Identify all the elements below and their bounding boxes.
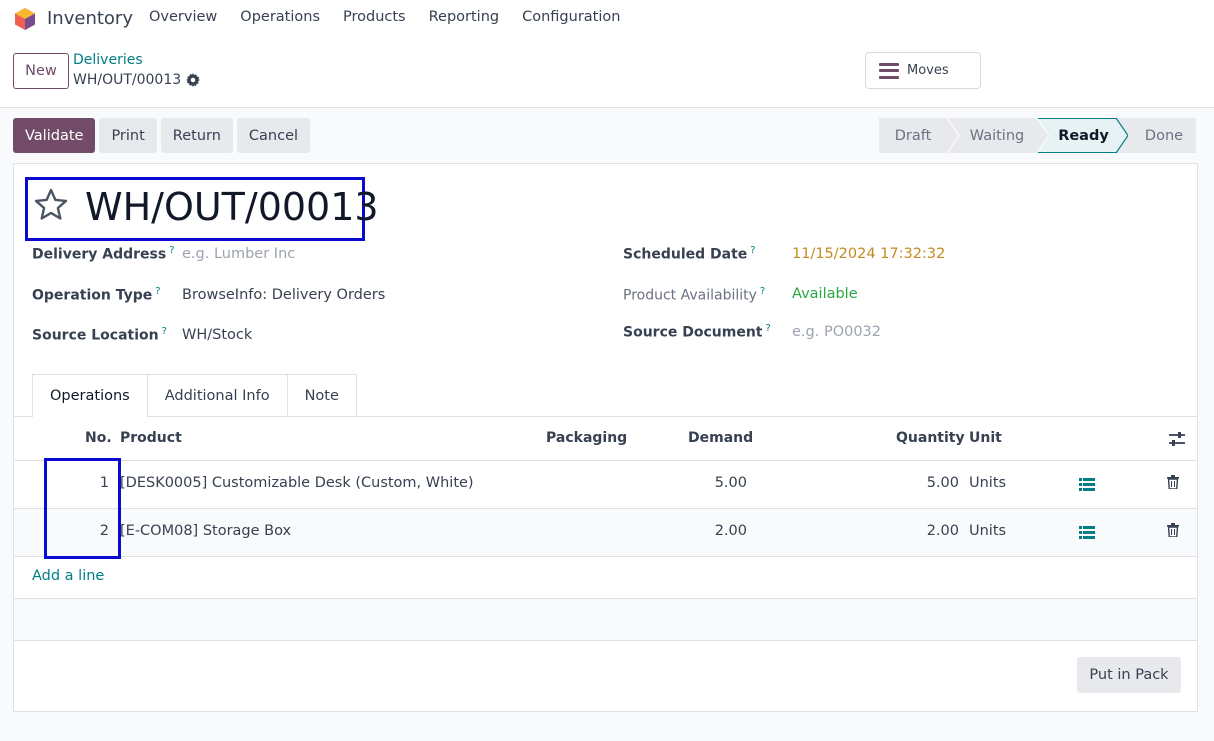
row-unit[interactable]: Units — [969, 475, 1006, 491]
stage-draft[interactable]: Draft — [879, 118, 959, 153]
moves-smart-button[interactable]: Moves — [865, 52, 981, 89]
main-menu: Overview Operations Products Reporting C… — [149, 9, 643, 25]
menu-overview[interactable]: Overview — [149, 9, 217, 25]
table-row[interactable]: 2 [E-COM08] Storage Box 2.00 2.00 Units — [14, 509, 1197, 557]
row-quantity[interactable]: 5.00 — [864, 475, 959, 491]
stage-separator — [947, 118, 959, 153]
delivery-address-field[interactable]: e.g. Lumber Inc — [182, 246, 295, 262]
put-in-pack-button[interactable]: Put in Pack — [1077, 657, 1181, 693]
stage-done[interactable]: Done — [1116, 118, 1196, 153]
list-icon — [879, 62, 899, 79]
table-footer-row — [14, 598, 1197, 641]
top-navbar: Inventory Overview Operations Products R… — [0, 0, 1214, 37]
app-name[interactable]: Inventory — [47, 8, 133, 29]
menu-configuration[interactable]: Configuration — [522, 9, 620, 25]
row-quantity[interactable]: 2.00 — [864, 523, 959, 539]
help-icon[interactable]: ? — [766, 323, 771, 334]
row-unit[interactable]: Units — [969, 523, 1006, 539]
source-location-label: Source Location? — [32, 326, 167, 344]
detailed-operations-icon[interactable] — [1079, 526, 1095, 540]
source-document-label: Source Document? — [623, 323, 771, 341]
col-demand[interactable]: Demand — [688, 430, 753, 446]
column-settings-icon[interactable] — [1168, 431, 1186, 447]
new-button[interactable]: New — [13, 53, 69, 89]
tab-note[interactable]: Note — [286, 374, 357, 416]
help-icon[interactable]: ? — [155, 286, 160, 297]
row-demand[interactable]: 2.00 — [654, 523, 747, 539]
operation-type-label: Operation Type? — [32, 286, 161, 304]
row-product[interactable]: [DESK0005] Customizable Desk (Custom, Wh… — [120, 475, 474, 491]
trash-icon[interactable] — [1167, 475, 1179, 489]
print-button[interactable]: Print — [99, 118, 157, 153]
stage-label: Ready — [1058, 127, 1109, 144]
moves-label: Moves — [907, 63, 949, 78]
source-location-field[interactable]: WH/Stock — [182, 327, 252, 343]
help-icon[interactable]: ? — [760, 286, 765, 297]
action-buttons: Validate Print Return Cancel — [13, 118, 311, 153]
star-icon[interactable] — [33, 187, 69, 223]
help-icon[interactable]: ? — [750, 245, 755, 256]
col-product[interactable]: Product — [120, 430, 182, 446]
control-panel: New Deliveries WH/OUT/00013 Moves — [0, 37, 1214, 108]
return-button[interactable]: Return — [160, 118, 233, 153]
breadcrumb-current: WH/OUT/00013 — [73, 72, 201, 88]
stage-separator — [1116, 118, 1128, 153]
menu-operations[interactable]: Operations — [240, 9, 320, 25]
notebook-tabs: Operations Additional Info Note — [32, 374, 357, 417]
record-title: WH/OUT/00013 — [85, 185, 379, 229]
table-header: No. Product Packaging Demand Quantity Un… — [14, 417, 1197, 461]
scheduled-date-field[interactable]: 11/15/2024 17:32:32 — [792, 246, 945, 262]
operation-type-field[interactable]: BrowseInfo: Delivery Orders — [182, 287, 385, 303]
delivery-address-label: Delivery Address? — [32, 245, 175, 263]
detailed-operations-icon[interactable] — [1079, 478, 1095, 492]
product-availability-label: Product Availability? — [623, 286, 766, 304]
col-no[interactable]: No. — [85, 430, 112, 446]
breadcrumb-deliveries[interactable]: Deliveries — [73, 52, 143, 68]
add-line-link[interactable]: Add a line — [32, 568, 104, 584]
tab-operations[interactable]: Operations — [32, 374, 148, 417]
status-bar: Draft Waiting Ready Done — [879, 118, 1196, 153]
inventory-app-icon[interactable] — [14, 7, 36, 31]
trash-icon[interactable] — [1167, 523, 1179, 537]
stage-separator — [1037, 118, 1049, 153]
row-number-highlight — [44, 458, 121, 559]
table-row[interactable]: 1 [DESK0005] Customizable Desk (Custom, … — [14, 461, 1197, 509]
breadcrumb-record: WH/OUT/00013 — [73, 72, 182, 88]
gear-icon[interactable] — [186, 73, 201, 87]
row-product[interactable]: [E-COM08] Storage Box — [120, 523, 291, 539]
product-availability-value: Available — [792, 286, 858, 302]
stage-label: Waiting — [969, 127, 1025, 144]
validate-button[interactable]: Validate — [13, 118, 96, 153]
form-sheet: WH/OUT/00013 Delivery Address? e.g. Lumb… — [13, 163, 1198, 712]
source-document-field[interactable]: e.g. PO0032 — [792, 324, 881, 340]
col-packaging[interactable]: Packaging — [546, 430, 627, 446]
tab-additional-info[interactable]: Additional Info — [146, 374, 288, 416]
stage-label: Done — [1144, 127, 1184, 144]
row-demand[interactable]: 5.00 — [654, 475, 747, 491]
menu-reporting[interactable]: Reporting — [429, 9, 500, 25]
cancel-button[interactable]: Cancel — [236, 118, 311, 153]
stage-waiting[interactable]: Waiting — [947, 118, 1049, 153]
help-icon[interactable]: ? — [169, 245, 174, 256]
menu-products[interactable]: Products — [343, 9, 406, 25]
stage-label: Draft — [894, 127, 932, 144]
col-quantity[interactable]: Quantity — [896, 430, 965, 446]
col-unit[interactable]: Unit — [969, 430, 1002, 446]
help-icon[interactable]: ? — [162, 326, 167, 337]
title-highlight: WH/OUT/00013 — [25, 177, 379, 241]
scheduled-date-label: Scheduled Date? — [623, 245, 756, 263]
